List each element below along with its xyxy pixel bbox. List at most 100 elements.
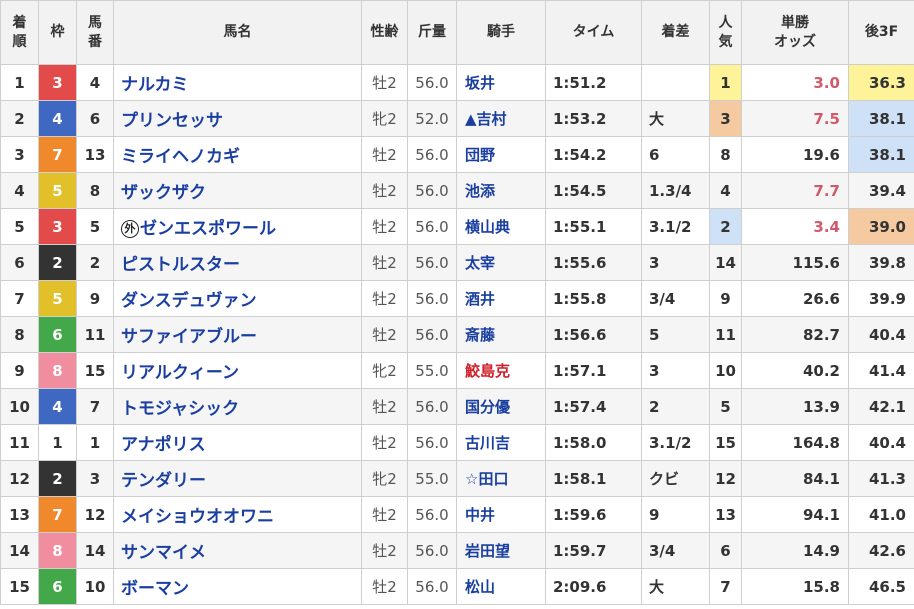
jockey-name-link[interactable]: ▲吉村 bbox=[456, 100, 546, 137]
horse-name-link[interactable]: ピストルスター bbox=[113, 244, 362, 281]
jockey-name-link[interactable]: 横山典 bbox=[456, 208, 546, 245]
header-sex-age[interactable]: 性齢 bbox=[361, 0, 408, 65]
frame-badge: 6 bbox=[38, 568, 77, 605]
rank-cell: 12 bbox=[0, 460, 39, 497]
frame-badge: 2 bbox=[38, 460, 77, 497]
sex-age-cell: 牡2 bbox=[361, 568, 408, 605]
rank-cell: 13 bbox=[0, 496, 39, 533]
last-3f-cell: 46.5 bbox=[848, 568, 914, 605]
jockey-name-link[interactable]: 松山 bbox=[456, 568, 546, 605]
time-cell: 1:51.2 bbox=[545, 64, 642, 101]
win-odds-cell: 13.9 bbox=[741, 388, 849, 425]
time-cell: 1:56.6 bbox=[545, 316, 642, 353]
header-popularity[interactable]: 人気 bbox=[709, 0, 742, 65]
rank-cell: 2 bbox=[0, 100, 39, 137]
horse-name-label: ゼンエスポワール bbox=[140, 219, 276, 239]
margin-cell: 3.1/2 bbox=[641, 424, 710, 461]
frame-badge: 4 bbox=[38, 388, 77, 425]
table-row: 15 6 10 ボーマン 牡2 56.0 松山 2:09.6 大 7 15.8 … bbox=[0, 568, 914, 605]
jockey-name-link[interactable]: 酒井 bbox=[456, 280, 546, 317]
horse-name-link[interactable]: プリンセッサ bbox=[113, 100, 362, 137]
weight-cell: 56.0 bbox=[407, 388, 457, 425]
horse-name-link[interactable]: サンマイメ bbox=[113, 532, 362, 569]
table-row: 2 4 6 プリンセッサ 牝2 52.0 ▲吉村 1:53.2 大 3 7.5 … bbox=[0, 100, 914, 137]
table-row: 12 2 3 テンダリー 牝2 55.0 ☆田口 1:58.1 クビ 12 84… bbox=[0, 460, 914, 497]
horse-number-cell: 8 bbox=[76, 172, 114, 209]
horse-name-label: サンマイメ bbox=[121, 543, 206, 563]
margin-cell: 3/4 bbox=[641, 280, 710, 317]
jockey-name-link[interactable]: 坂井 bbox=[456, 64, 546, 101]
header-last-3f[interactable]: 後3F bbox=[848, 0, 914, 65]
jockey-name-link[interactable]: 池添 bbox=[456, 172, 546, 209]
horse-name-label: ナルカミ bbox=[121, 75, 189, 95]
horse-number-cell: 5 bbox=[76, 208, 114, 245]
win-odds-cell: 40.2 bbox=[741, 352, 849, 389]
horse-name-link[interactable]: サファイアブルー bbox=[113, 316, 362, 353]
header-jockey[interactable]: 騎手 bbox=[456, 0, 546, 65]
popularity-cell: 12 bbox=[709, 460, 742, 497]
sex-age-cell: 牡2 bbox=[361, 532, 408, 569]
horse-name-link[interactable]: ボーマン bbox=[113, 568, 362, 605]
last-3f-cell: 36.3 bbox=[848, 64, 914, 101]
header-win-odds[interactable]: 単勝 オッズ bbox=[741, 0, 849, 65]
horse-name-link[interactable]: トモジャシック bbox=[113, 388, 362, 425]
header-frame[interactable]: 枠 bbox=[38, 0, 77, 65]
win-odds-cell: 7.5 bbox=[741, 100, 849, 137]
horse-number-cell: 3 bbox=[76, 460, 114, 497]
horse-name-link[interactable]: アナポリス bbox=[113, 424, 362, 461]
win-odds-cell: 26.6 bbox=[741, 280, 849, 317]
jockey-name-link[interactable]: 団野 bbox=[456, 136, 546, 173]
margin-cell: 3.1/2 bbox=[641, 208, 710, 245]
weight-cell: 56.0 bbox=[407, 64, 457, 101]
margin-cell: 大 bbox=[641, 100, 710, 137]
jockey-name-link[interactable]: 中井 bbox=[456, 496, 546, 533]
table-row: 13 7 12 メイショウオオワニ 牡2 56.0 中井 1:59.6 9 13… bbox=[0, 496, 914, 533]
horse-name-label: アナポリス bbox=[121, 435, 206, 455]
last-3f-cell: 41.4 bbox=[848, 352, 914, 389]
frame-badge: 3 bbox=[38, 208, 77, 245]
time-cell: 1:58.0 bbox=[545, 424, 642, 461]
popularity-cell: 11 bbox=[709, 316, 742, 353]
horse-name-link[interactable]: ザックザク bbox=[113, 172, 362, 209]
margin-cell: 2 bbox=[641, 388, 710, 425]
header-horse-name[interactable]: 馬名 bbox=[113, 0, 362, 65]
last-3f-cell: 38.1 bbox=[848, 136, 914, 173]
horse-name-label: ボーマン bbox=[121, 579, 189, 599]
time-cell: 1:57.1 bbox=[545, 352, 642, 389]
horse-name-label: ミライヘノカギ bbox=[121, 147, 240, 167]
last-3f-cell: 39.9 bbox=[848, 280, 914, 317]
time-cell: 2:09.6 bbox=[545, 568, 642, 605]
jockey-name-link[interactable]: 国分優 bbox=[456, 388, 546, 425]
horse-name-link[interactable]: リアルクィーン bbox=[113, 352, 362, 389]
jockey-name-link[interactable]: 鮫島克 bbox=[456, 352, 546, 389]
horse-name-link[interactable]: 外ゼンエスポワール bbox=[113, 208, 362, 245]
jockey-name-link[interactable]: 古川吉 bbox=[456, 424, 546, 461]
horse-name-label: ピストルスター bbox=[121, 255, 240, 275]
win-odds-cell: 7.7 bbox=[741, 172, 849, 209]
popularity-cell: 7 bbox=[709, 568, 742, 605]
header-time[interactable]: タイム bbox=[545, 0, 642, 65]
horse-name-link[interactable]: ダンスデュヴァン bbox=[113, 280, 362, 317]
frame-badge: 7 bbox=[38, 496, 77, 533]
horse-name-link[interactable]: テンダリー bbox=[113, 460, 362, 497]
popularity-cell: 9 bbox=[709, 280, 742, 317]
sex-age-cell: 牡2 bbox=[361, 424, 408, 461]
jockey-name-link[interactable]: 斎藤 bbox=[456, 316, 546, 353]
header-number[interactable]: 馬番 bbox=[76, 0, 114, 65]
time-cell: 1:55.6 bbox=[545, 244, 642, 281]
sex-age-cell: 牡2 bbox=[361, 280, 408, 317]
horse-name-link[interactable]: ナルカミ bbox=[113, 64, 362, 101]
popularity-cell: 14 bbox=[709, 244, 742, 281]
header-weight[interactable]: 斤量 bbox=[407, 0, 457, 65]
rank-cell: 9 bbox=[0, 352, 39, 389]
header-margin[interactable]: 着差 bbox=[641, 0, 710, 65]
horse-name-link[interactable]: ミライヘノカギ bbox=[113, 136, 362, 173]
jockey-name-link[interactable]: 太宰 bbox=[456, 244, 546, 281]
horse-name-link[interactable]: メイショウオオワニ bbox=[113, 496, 362, 533]
rank-cell: 5 bbox=[0, 208, 39, 245]
horse-number-cell: 1 bbox=[76, 424, 114, 461]
table-row: 9 8 15 リアルクィーン 牝2 55.0 鮫島克 1:57.1 3 10 4… bbox=[0, 352, 914, 389]
jockey-name-link[interactable]: 岩田望 bbox=[456, 532, 546, 569]
jockey-name-link[interactable]: ☆田口 bbox=[456, 460, 546, 497]
header-rank[interactable]: 着順 bbox=[0, 0, 39, 65]
